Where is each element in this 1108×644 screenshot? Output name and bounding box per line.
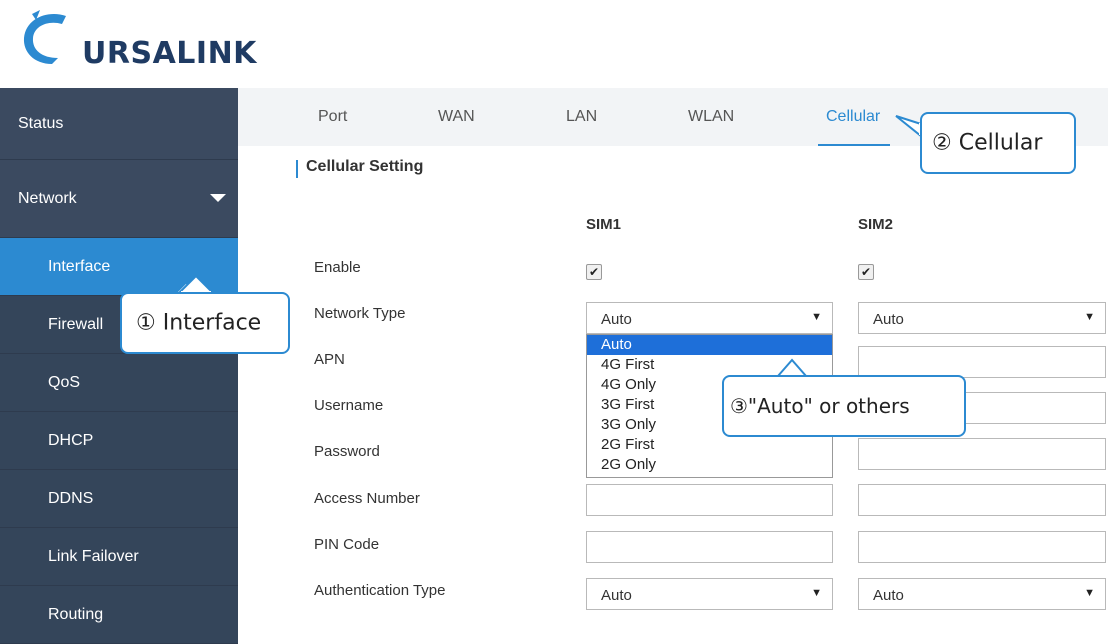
sim2-access-number-input[interactable] — [858, 484, 1106, 516]
auto-callout-text: ③"Auto" or others — [730, 394, 910, 418]
tab-wlan[interactable]: WLAN — [688, 108, 734, 126]
sidebar-item-label: Firewall — [48, 315, 104, 333]
logo-text: URSALINK — [82, 36, 257, 71]
select-value: Auto — [601, 311, 632, 328]
sidebar-item-label: DDNS — [48, 489, 94, 507]
sidebar-item-label: Link Failover — [48, 547, 139, 565]
sidebar-item-label: DHCP — [48, 431, 94, 449]
cellular-callout-text: ② Cellular — [932, 130, 1043, 156]
sim2-auth-type-select[interactable]: Auto ▼ — [858, 578, 1106, 610]
tab-port[interactable]: Port — [318, 108, 347, 126]
auto-callout: ③"Auto" or others — [722, 375, 966, 437]
sim2-network-type-select[interactable]: Auto ▼ — [858, 302, 1106, 334]
dropdown-option[interactable]: 2G Only — [587, 455, 832, 475]
dropdown-arrow-icon: ▼ — [1084, 587, 1095, 599]
ursalink-logo-icon — [23, 10, 66, 64]
tab-cellular[interactable]: Cellular — [826, 108, 880, 126]
sim1-pin-code-input[interactable] — [586, 531, 833, 563]
sim2-apn-input[interactable] — [858, 346, 1106, 378]
dropdown-option[interactable]: 4G First — [587, 355, 832, 375]
username-label: Username — [314, 397, 384, 414]
sim1-network-type-select[interactable]: Auto ▼ — [586, 302, 833, 334]
sim2-password-input[interactable] — [858, 438, 1106, 470]
sidebar-item-link-failover[interactable]: Link Failover — [0, 528, 238, 586]
sidebar-item-network[interactable]: Network — [0, 160, 238, 238]
network-type-label: Network Type — [314, 305, 406, 322]
sim1-auth-type-select[interactable]: Auto ▼ — [586, 578, 833, 610]
interface-callout: ① Interface — [120, 292, 290, 354]
sidebar-item-label: Status — [18, 114, 64, 132]
dropdown-arrow-icon: ▼ — [811, 311, 822, 323]
enable-label: Enable — [314, 259, 361, 276]
pin-code-label: PIN Code — [314, 536, 380, 553]
sim1-access-number-input[interactable] — [586, 484, 833, 516]
sim1-header: SIM1 — [586, 216, 622, 233]
sim2-enable-checkbox[interactable]: ✔ — [858, 264, 874, 280]
password-label: Password — [314, 443, 380, 460]
select-value: Auto — [873, 311, 904, 328]
ursalink-logo: URSALINK — [18, 8, 258, 72]
sidebar-item-label: Interface — [48, 257, 111, 275]
caret-down-icon — [210, 193, 226, 202]
sidebar-item-label: Routing — [48, 605, 104, 623]
cellular-callout: ② Cellular — [920, 112, 1076, 174]
interface-callout-text: ① Interface — [136, 310, 262, 336]
select-value: Auto — [601, 587, 632, 604]
sidebar-item-dhcp[interactable]: DHCP — [0, 412, 238, 470]
sim2-pin-code-input[interactable] — [858, 531, 1106, 563]
tab-lan[interactable]: LAN — [566, 108, 597, 126]
section-title: Cellular Setting — [306, 158, 424, 175]
dropdown-arrow-icon: ▼ — [811, 587, 822, 599]
sidebar-item-routing[interactable]: Routing — [0, 586, 238, 644]
select-value: Auto — [873, 587, 904, 604]
dropdown-option[interactable]: 2G First — [587, 435, 832, 455]
sidebar-item-ddns[interactable]: DDNS — [0, 470, 238, 528]
sim1-enable-checkbox[interactable]: ✔ — [586, 264, 602, 280]
sidebar-item-label: Network — [18, 189, 77, 207]
sim2-header: SIM2 — [858, 216, 894, 233]
access-number-label: Access Number — [314, 490, 420, 507]
sidebar-item-status[interactable]: Status — [0, 88, 238, 160]
tab-wan[interactable]: WAN — [438, 108, 475, 126]
dropdown-option[interactable]: Auto — [587, 335, 832, 355]
sidebar-item-interface[interactable]: Interface — [0, 238, 238, 296]
auth-type-label: Authentication Type — [314, 582, 446, 599]
apn-label: APN — [314, 351, 345, 368]
dropdown-arrow-icon: ▼ — [1084, 311, 1095, 323]
active-tab-underline — [818, 144, 890, 146]
sidebar-item-label: QoS — [48, 373, 81, 391]
sidebar-item-qos[interactable]: QoS — [0, 354, 238, 412]
